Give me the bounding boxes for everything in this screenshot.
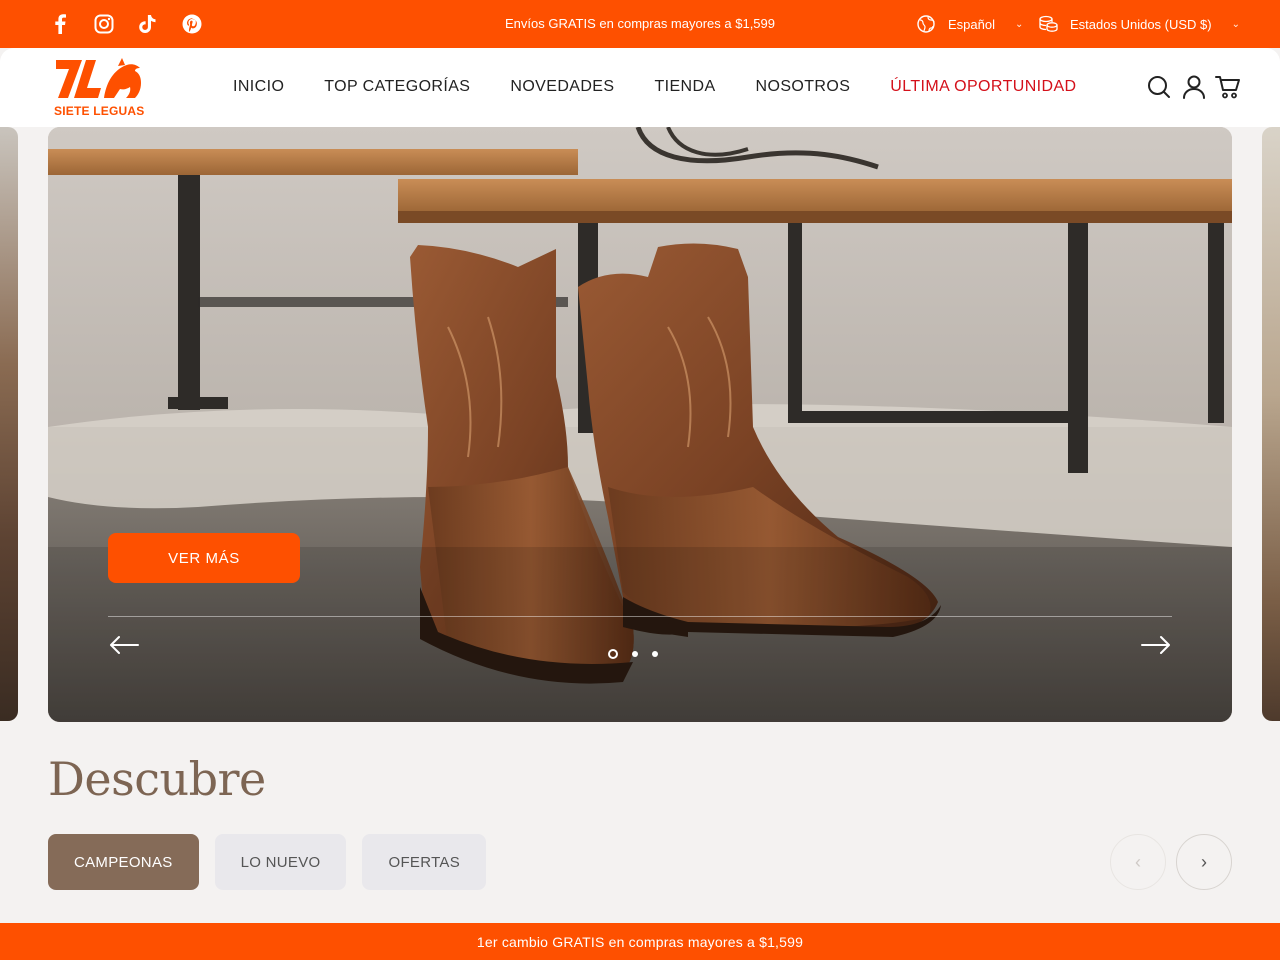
nav-top-categorias[interactable]: TOP CATEGORÍAS [324,78,470,96]
arrow-right-icon[interactable] [1140,633,1172,657]
main-navigation: INICIO TOP CATEGORÍAS NOVEDADES TIENDA N… [233,78,1076,96]
language-selector[interactable]: Español ⌄ [916,14,1023,34]
currency-label: Estados Unidos (USD $) [1070,16,1212,32]
logo[interactable]: SIETE LEGUAS [52,56,144,118]
tab-campeonas[interactable]: CAMPEONAS [48,834,199,890]
arrow-left-icon[interactable] [108,633,140,657]
currency-selector[interactable]: Estados Unidos (USD $) ⌄ [1038,14,1240,34]
exchange-banner: 1er cambio GRATIS en compras mayores a $… [0,923,1280,960]
nav-nosotros[interactable]: NOSOTROS [756,78,851,96]
announcement-bar: Envíos GRATIS en compras mayores a $1,59… [0,0,1280,48]
account-icon[interactable] [1181,74,1207,100]
carousel-dot[interactable] [652,651,658,657]
chevron-right-icon[interactable]: › [1176,834,1232,890]
ver-mas-button[interactable]: VER MÁS [108,533,300,583]
language-label: Español [948,16,995,32]
chevron-down-icon: ⌄ [1231,18,1241,30]
nav-inicio[interactable]: INICIO [233,78,284,96]
coins-icon [1039,15,1058,32]
globe-icon [917,15,935,33]
hero-carousel: VER MÁS [48,127,1232,722]
site-header: SIETE LEGUAS INICIO TOP CATEGORÍAS NOVED… [0,48,1280,127]
cart-icon[interactable] [1215,74,1241,100]
nav-ultima-oportunidad[interactable]: ÚLTIMA OPORTUNIDAD [890,78,1076,96]
hero-boots-image [48,127,1232,722]
chevron-down-icon: ⌄ [1014,18,1024,30]
carousel-dot[interactable] [608,649,618,659]
carousel-pagination [608,649,658,659]
tab-lo-nuevo[interactable]: LO NUEVO [214,834,347,890]
next-slide-preview [1262,127,1280,721]
nav-tienda[interactable]: TIENDA [654,78,715,96]
carousel-divider [108,616,1172,617]
nav-novedades[interactable]: NOVEDADES [510,78,614,96]
logo-wordmark: SIETE LEGUAS [54,104,145,118]
section-title: Descubre [48,752,266,806]
chevron-left-icon[interactable]: ‹ [1110,834,1166,890]
search-icon[interactable] [1146,74,1172,100]
carousel-dot[interactable] [632,651,638,657]
previous-slide-preview [0,127,18,721]
discover-tabs: CAMPEONAS LO NUEVO OFERTAS [48,834,487,890]
logo-mark-icon [56,58,141,98]
tab-ofertas[interactable]: OFERTAS [362,834,487,890]
